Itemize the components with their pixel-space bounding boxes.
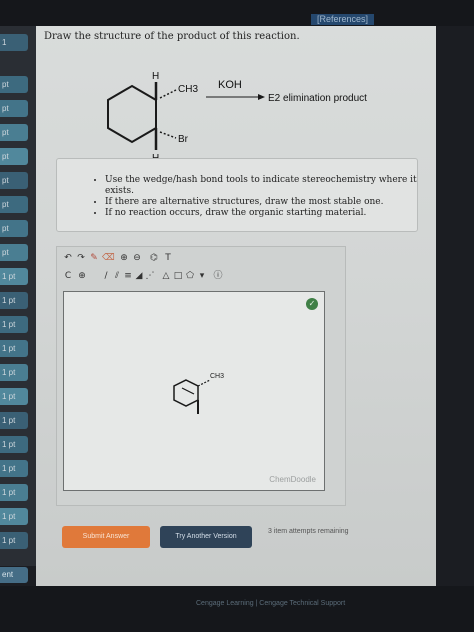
- sidebar-item[interactable]: pt: [0, 148, 28, 165]
- ring-cyclopropane-icon[interactable]: △: [161, 271, 171, 281]
- c-atom-icon[interactable]: C: [63, 271, 73, 281]
- chemdoodle-watermark: ChemDoodle: [269, 475, 316, 484]
- drawn-structure: CH3: [173, 373, 224, 414]
- sidebar-item[interactable]: 1 pt: [0, 388, 28, 405]
- br-label: Br: [178, 134, 189, 145]
- bond-double-icon[interactable]: ⫽: [112, 271, 122, 281]
- bond-hash-icon[interactable]: ⋰: [145, 271, 155, 281]
- ring-cyclobutane-icon[interactable]: □: [173, 271, 183, 281]
- product-label: E2 elimination product: [268, 93, 367, 104]
- footer: Cengage Learning | Cengage Technical Sup…: [0, 586, 474, 632]
- h-top-label: H: [152, 71, 159, 82]
- undo-icon[interactable]: ↶: [63, 253, 73, 263]
- instruction-item: If there are alternative structures, dra…: [105, 197, 417, 208]
- chem-editor: ↶ ↷ ✎ ⌫ ⊕ ⊖ ⌬ T C ⊕ / ⫽ ≡ ◢ ⋰ △ □ ⬠ ▾ ⓘ …: [56, 246, 346, 506]
- info-icon[interactable]: ⓘ: [213, 271, 223, 281]
- text-icon[interactable]: T: [163, 253, 173, 263]
- question-prompt: Draw the structure of the product of thi…: [44, 31, 300, 42]
- attempts-remaining: 3 item attempts remaining: [268, 528, 349, 535]
- sidebar-item[interactable]: 1: [0, 34, 28, 51]
- top-bar: [References]: [0, 0, 474, 26]
- ring-cyclopentane-icon[interactable]: ⬠: [185, 271, 195, 281]
- zoom-out-icon[interactable]: ⊖: [132, 253, 142, 263]
- sidebar-item[interactable]: 1 pt: [0, 508, 28, 525]
- sidebar-item[interactable]: 1 pt: [0, 436, 28, 453]
- instruction-item: If no reaction occurs, draw the organic …: [105, 208, 417, 219]
- sidebar-item[interactable]: 1 pt: [0, 532, 28, 549]
- instructions-box: Use the wedge/hash bond tools to indicat…: [56, 158, 418, 232]
- charge-icon[interactable]: ⊕: [77, 271, 87, 281]
- references-button[interactable]: [References]: [310, 14, 374, 25]
- ch3-label: CH3: [178, 84, 198, 95]
- footer-links: Cengage Learning | Cengage Technical Sup…: [196, 600, 346, 607]
- sidebar-item[interactable]: pt: [0, 196, 28, 213]
- sidebar-item[interactable]: pt: [0, 244, 28, 261]
- submit-answer-button[interactable]: Submit Answer: [62, 526, 150, 548]
- sidebar-item[interactable]: 1 pt: [0, 412, 28, 429]
- sidebar-item[interactable]: pt: [0, 172, 28, 189]
- bond-single-icon[interactable]: /: [101, 271, 111, 281]
- sidebar-item[interactable]: 1 pt: [0, 340, 28, 357]
- cyclohexane-ring: [107, 84, 157, 144]
- try-another-version-button[interactable]: Try Another Version: [160, 526, 252, 548]
- sidebar-item[interactable]: 1 pt: [0, 292, 28, 309]
- bond-triple-icon[interactable]: ≡: [123, 271, 133, 281]
- drawing-canvas[interactable]: ✓ CH3 ChemDoodle: [63, 291, 325, 491]
- pencil-icon[interactable]: ✎: [89, 253, 99, 263]
- sidebar-item[interactable]: 1 pt: [0, 316, 28, 333]
- sidebar-item[interactable]: 1 pt: [0, 268, 28, 285]
- sidebar-item[interactable]: pt: [0, 76, 28, 93]
- ring-menu-icon[interactable]: ▾: [197, 271, 207, 281]
- sidebar-item[interactable]: pt: [0, 220, 28, 237]
- template-icon[interactable]: ⌬: [149, 253, 159, 263]
- zoom-in-icon[interactable]: ⊕: [119, 253, 129, 263]
- question-panel: Draw the structure of the product of thi…: [36, 26, 436, 586]
- sidebar-item[interactable]: pt: [0, 100, 28, 117]
- sidebar: 1 pt pt pt pt pt pt pt pt 1 pt 1 pt 1 pt 1 pt 1 pt 1 p…: [0, 26, 36, 566]
- sidebar-bottom-item[interactable]: ent: [0, 567, 28, 583]
- sidebar-item[interactable]: pt: [0, 124, 28, 141]
- sidebar-item[interactable]: 1 pt: [0, 484, 28, 501]
- drawn-ch3-label: CH3: [210, 373, 224, 380]
- instruction-item: Use the wedge/hash bond tools to indicat…: [105, 175, 417, 197]
- bond-wedge-icon[interactable]: ◢: [134, 271, 144, 281]
- eraser-icon[interactable]: ⌫: [102, 253, 115, 263]
- sidebar-item[interactable]: 1 pt: [0, 364, 28, 381]
- reagent-label: KOH: [218, 79, 242, 91]
- sidebar-item[interactable]: 1 pt: [0, 460, 28, 477]
- redo-icon[interactable]: ↷: [76, 253, 86, 263]
